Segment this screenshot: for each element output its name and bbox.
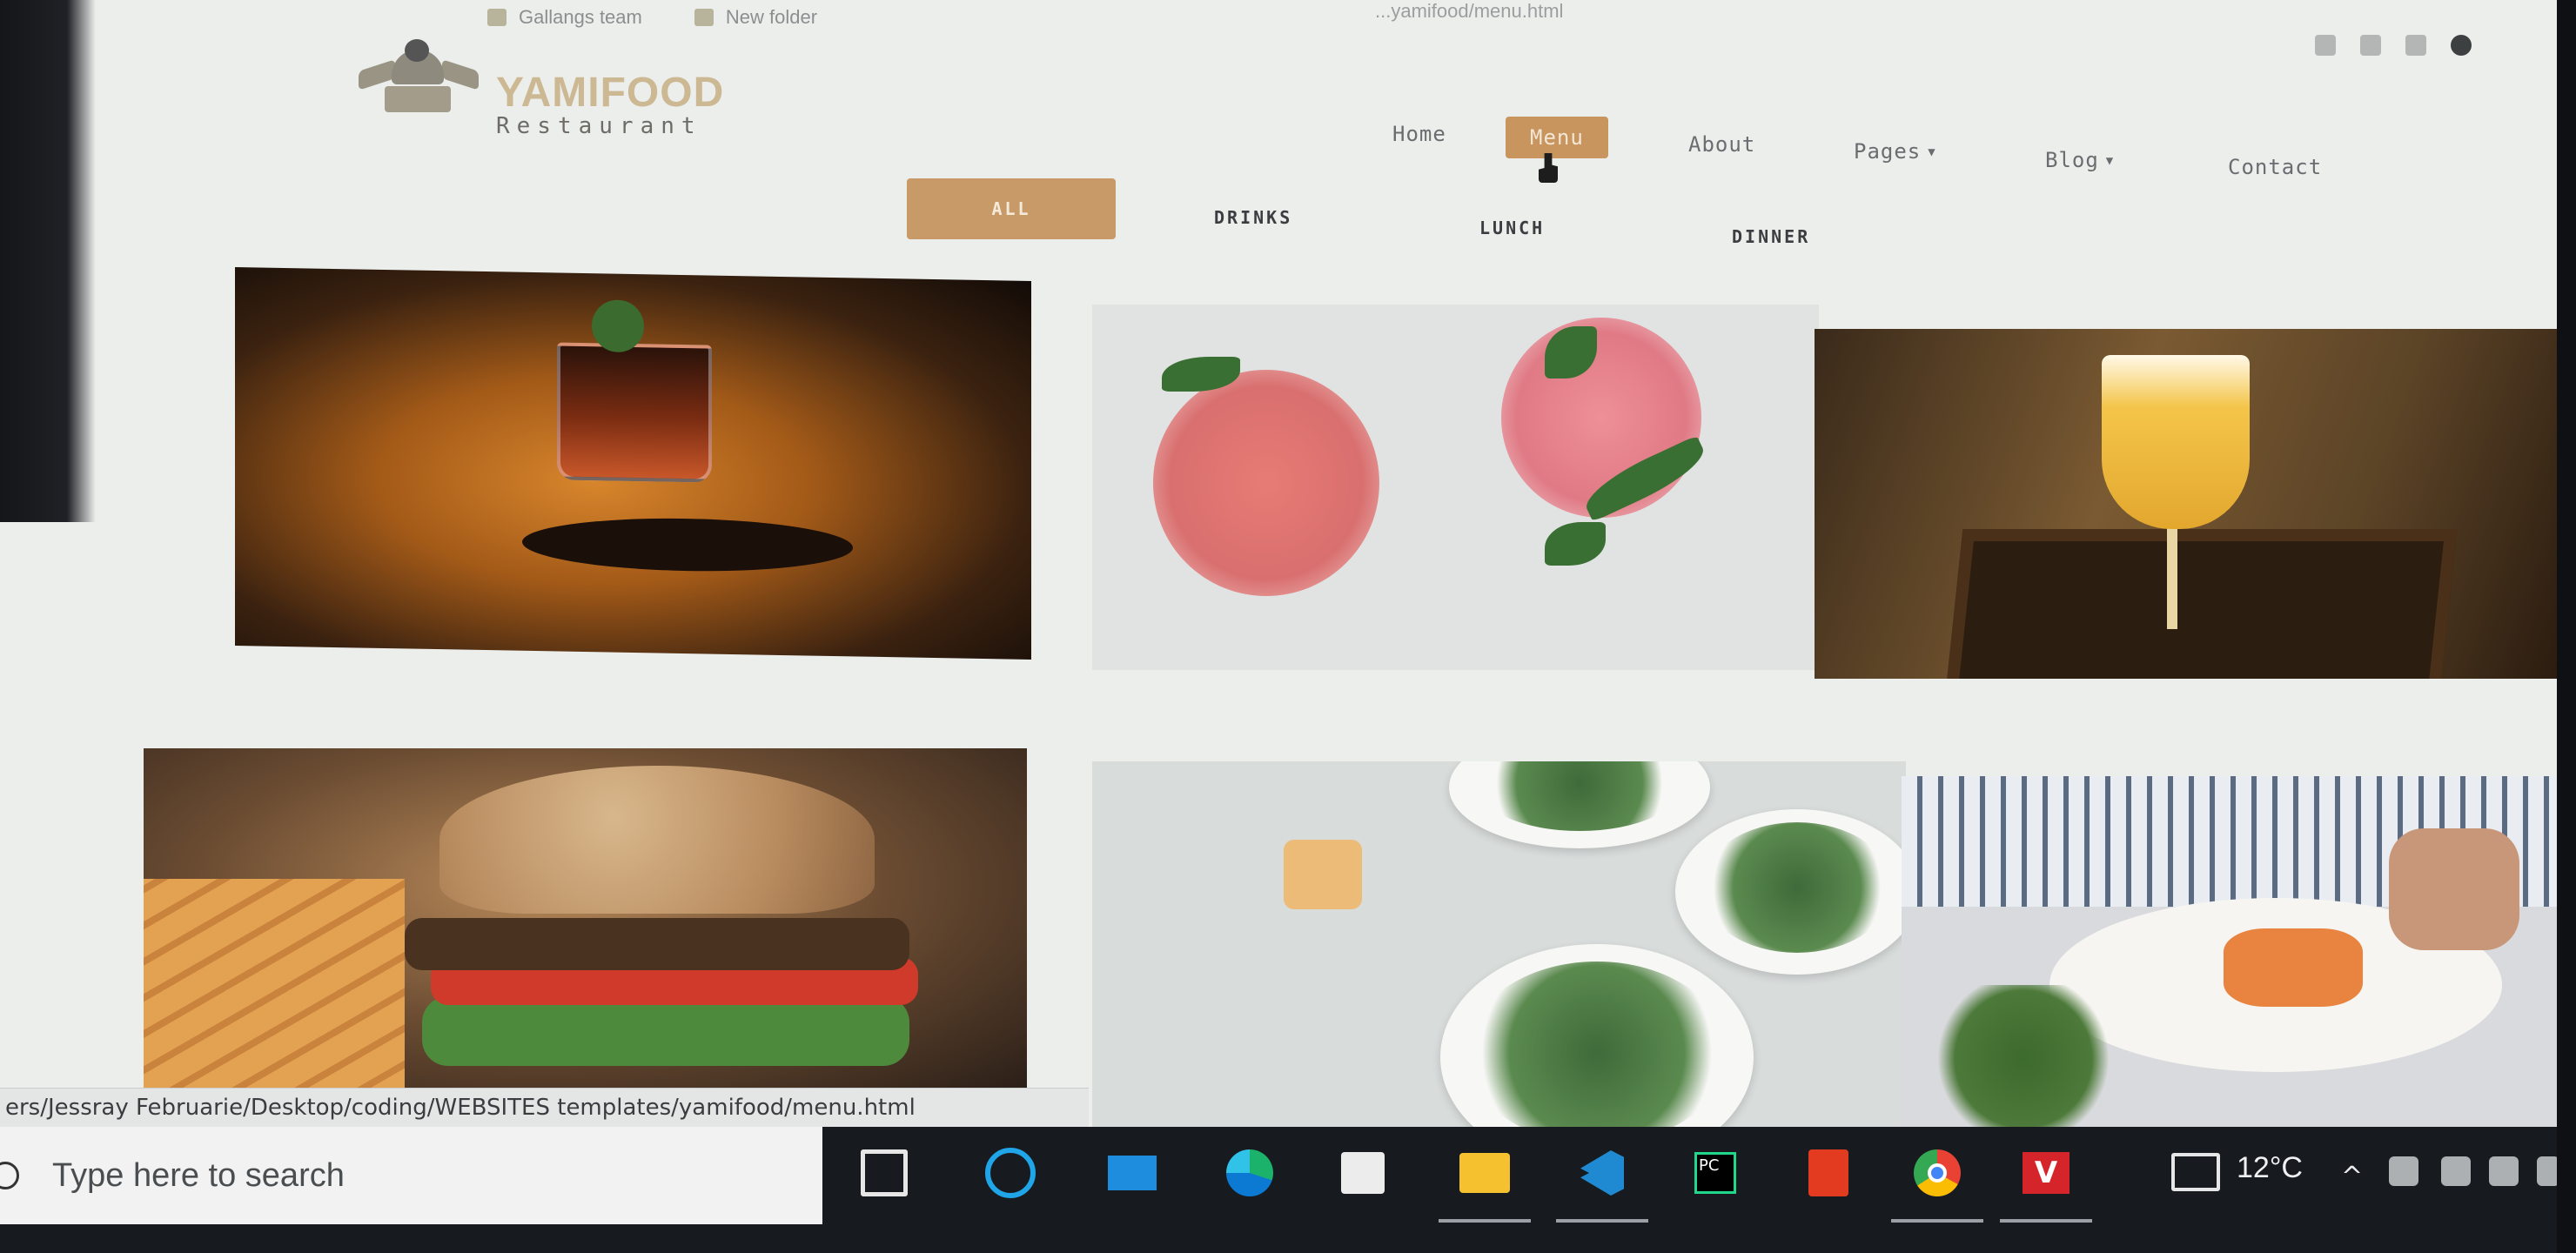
task-view-button[interactable] xyxy=(857,1146,911,1200)
search-icon xyxy=(0,1162,19,1189)
cortana-button[interactable] xyxy=(983,1146,1037,1200)
gallery-image-salads[interactable] xyxy=(1092,761,1906,1140)
edge-icon xyxy=(1226,1149,1273,1196)
menu-gallery xyxy=(0,0,2576,1140)
globe-icon[interactable] xyxy=(2489,1156,2519,1186)
vscode-button[interactable] xyxy=(1556,1146,1648,1223)
edge-button[interactable] xyxy=(1223,1146,1277,1200)
pycharm-icon: PC xyxy=(1694,1152,1736,1194)
monitor-bezel xyxy=(0,0,96,522)
gallery-image-pink-drinks[interactable] xyxy=(1092,305,1819,670)
chrome-icon xyxy=(1914,1149,1961,1196)
search-placeholder: Type here to search xyxy=(52,1156,345,1194)
cloud-icon[interactable] xyxy=(2389,1156,2418,1186)
chevron-up-icon[interactable]: ^ xyxy=(2341,1162,2363,1192)
gallery-image-burger[interactable] xyxy=(144,748,1027,1088)
mail-button[interactable] xyxy=(1105,1146,1159,1200)
gallery-image-beer[interactable] xyxy=(1815,329,2559,679)
mail-icon xyxy=(1108,1156,1157,1190)
taskbar-search[interactable]: Type here to search xyxy=(0,1127,822,1224)
store-button[interactable] xyxy=(1336,1146,1390,1200)
store-icon xyxy=(1341,1152,1385,1194)
vscode-icon xyxy=(1580,1150,1624,1196)
chrome-button[interactable] xyxy=(1891,1146,1983,1223)
temperature[interactable]: 12°C xyxy=(2237,1151,2303,1185)
folder-icon xyxy=(1459,1153,1510,1193)
news-weather-icon[interactable] xyxy=(2171,1153,2220,1191)
tray-app-icon[interactable] xyxy=(2441,1156,2471,1186)
app-v-button[interactable]: V xyxy=(2000,1146,2092,1223)
pycharm-button[interactable]: PC xyxy=(1688,1146,1742,1200)
monitor-bezel xyxy=(2557,0,2576,1253)
cortana-icon xyxy=(985,1148,1036,1198)
screen: Gallangs team New folder ...yamifood/men… xyxy=(0,0,2576,1253)
task-view-icon xyxy=(861,1149,908,1196)
gallery-image-salmon[interactable] xyxy=(1902,776,2576,1140)
windows-taskbar: Type here to search PC V 12°C ^ xyxy=(0,1127,2576,1253)
link-status-url: ers/Jessray Februarie/Desktop/coding/WEB… xyxy=(0,1088,1089,1128)
app-v-icon: V xyxy=(2023,1152,2070,1194)
file-explorer-button[interactable] xyxy=(1439,1146,1531,1223)
office-icon xyxy=(1808,1149,1848,1196)
office-button[interactable] xyxy=(1801,1146,1855,1200)
gallery-image-cocktail[interactable] xyxy=(235,267,1031,660)
